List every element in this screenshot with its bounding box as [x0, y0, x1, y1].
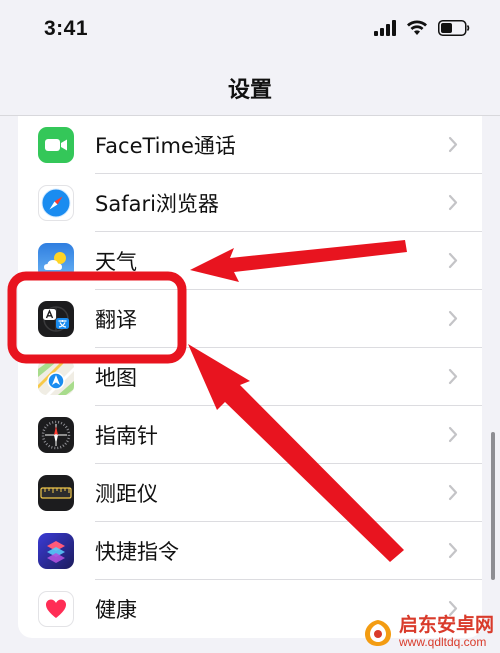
- watermark-url: www.qdltdq.com: [398, 635, 487, 650]
- chevron-right-icon: [448, 368, 458, 385]
- settings-item-facetime[interactable]: FaceTime通话: [18, 116, 482, 174]
- settings-item-label: Safari浏览器: [95, 192, 219, 216]
- cellular-signal-icon: [374, 20, 396, 36]
- watermark-logo-icon: [364, 619, 391, 646]
- settings-item-label: 健康: [95, 598, 137, 622]
- settings-item-label: 快捷指令: [95, 540, 179, 564]
- chevron-right-icon: [448, 136, 458, 153]
- watermark-name: 启东安卓网: [398, 614, 494, 637]
- chevron-right-icon: [448, 542, 458, 559]
- scrollbar[interactable]: [491, 432, 495, 580]
- battery-icon: [438, 20, 470, 36]
- wifi-icon: [407, 20, 427, 35]
- settings-item-label: 地图: [95, 366, 137, 390]
- settings-item-measure[interactable]: 测距仪: [18, 464, 482, 522]
- settings-item-label: 天气: [95, 250, 137, 274]
- status-icons: [374, 20, 470, 36]
- facetime-icon: [38, 127, 74, 163]
- status-bar: 3:41: [0, 0, 500, 60]
- page-title: 设置: [227, 78, 272, 103]
- watermark: 启东安卓网 www.qdltdq.com: [363, 616, 494, 649]
- settings-item-label: FaceTime通话: [95, 134, 236, 158]
- health-icon: [38, 591, 74, 627]
- chevron-right-icon: [448, 310, 458, 327]
- safari-icon: [38, 185, 74, 221]
- weather-icon: [38, 243, 74, 279]
- compass-icon: [38, 417, 74, 453]
- chevron-right-icon: [448, 426, 458, 443]
- settings-item-safari[interactable]: Safari浏览器: [18, 174, 482, 232]
- settings-item-weather[interactable]: 天气: [18, 232, 482, 290]
- settings-item-shortcuts[interactable]: 快捷指令: [18, 522, 482, 580]
- chevron-right-icon: [448, 484, 458, 501]
- settings-item-maps[interactable]: 地图: [18, 348, 482, 406]
- settings-item-label: 指南针: [95, 424, 158, 448]
- status-time: 3:41: [44, 17, 89, 40]
- settings-item-translate[interactable]: 翻译: [18, 290, 482, 348]
- settings-item-compass[interactable]: 指南针: [18, 406, 482, 464]
- chevron-right-icon: [448, 252, 458, 269]
- measure-icon: [38, 475, 74, 511]
- translate-icon: [38, 301, 74, 337]
- settings-list: FaceTime通话 Safari浏览器 天气 翻译 地图 指南针 测距仪 快捷…: [18, 116, 482, 638]
- shortcuts-icon: [38, 533, 74, 569]
- settings-item-label: 翻译: [95, 308, 137, 332]
- maps-icon: [38, 359, 74, 395]
- chevron-right-icon: [448, 194, 458, 211]
- settings-item-label: 测距仪: [95, 482, 158, 506]
